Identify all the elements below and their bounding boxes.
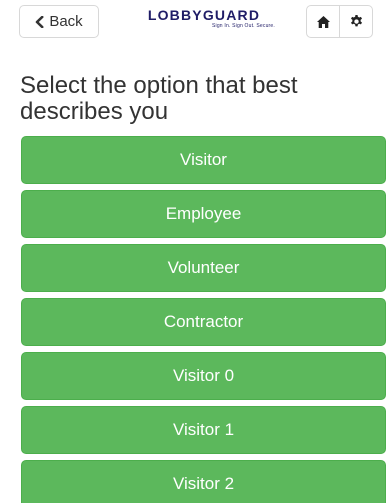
logo-tagline: Sign In. Sign Out. Secure. <box>211 23 275 29</box>
option-volunteer-button[interactable]: Volunteer <box>21 244 386 292</box>
option-contractor-button[interactable]: Contractor <box>21 298 386 346</box>
home-icon <box>316 15 331 29</box>
option-visitor-1-button[interactable]: Visitor 1 <box>21 406 386 454</box>
option-visitor-2-button[interactable]: Visitor 2 <box>21 460 386 503</box>
chevron-left-icon <box>35 15 44 28</box>
logo-wordmark: LOBBYGUARD <box>147 7 261 23</box>
home-button[interactable] <box>306 5 340 38</box>
page-title: Select the option that best describes yo… <box>20 72 298 125</box>
settings-button[interactable] <box>339 5 373 38</box>
lobbyguard-logo: LOBBYGUARD Sign In. Sign Out. Secure. <box>127 7 281 33</box>
option-employee-button[interactable]: Employee <box>21 190 386 238</box>
back-label: Back <box>49 13 83 30</box>
back-button[interactable]: Back <box>19 5 99 38</box>
option-visitor-button[interactable]: Visitor <box>21 136 386 184</box>
gear-icon <box>349 14 364 29</box>
app-screen: Back LOBBYGUARD Sign In. Sign Out. Secur… <box>0 0 388 503</box>
header: Back LOBBYGUARD Sign In. Sign Out. Secur… <box>0 0 388 44</box>
option-list: Visitor Employee Volunteer Contractor Vi… <box>21 136 386 503</box>
option-visitor-0-button[interactable]: Visitor 0 <box>21 352 386 400</box>
